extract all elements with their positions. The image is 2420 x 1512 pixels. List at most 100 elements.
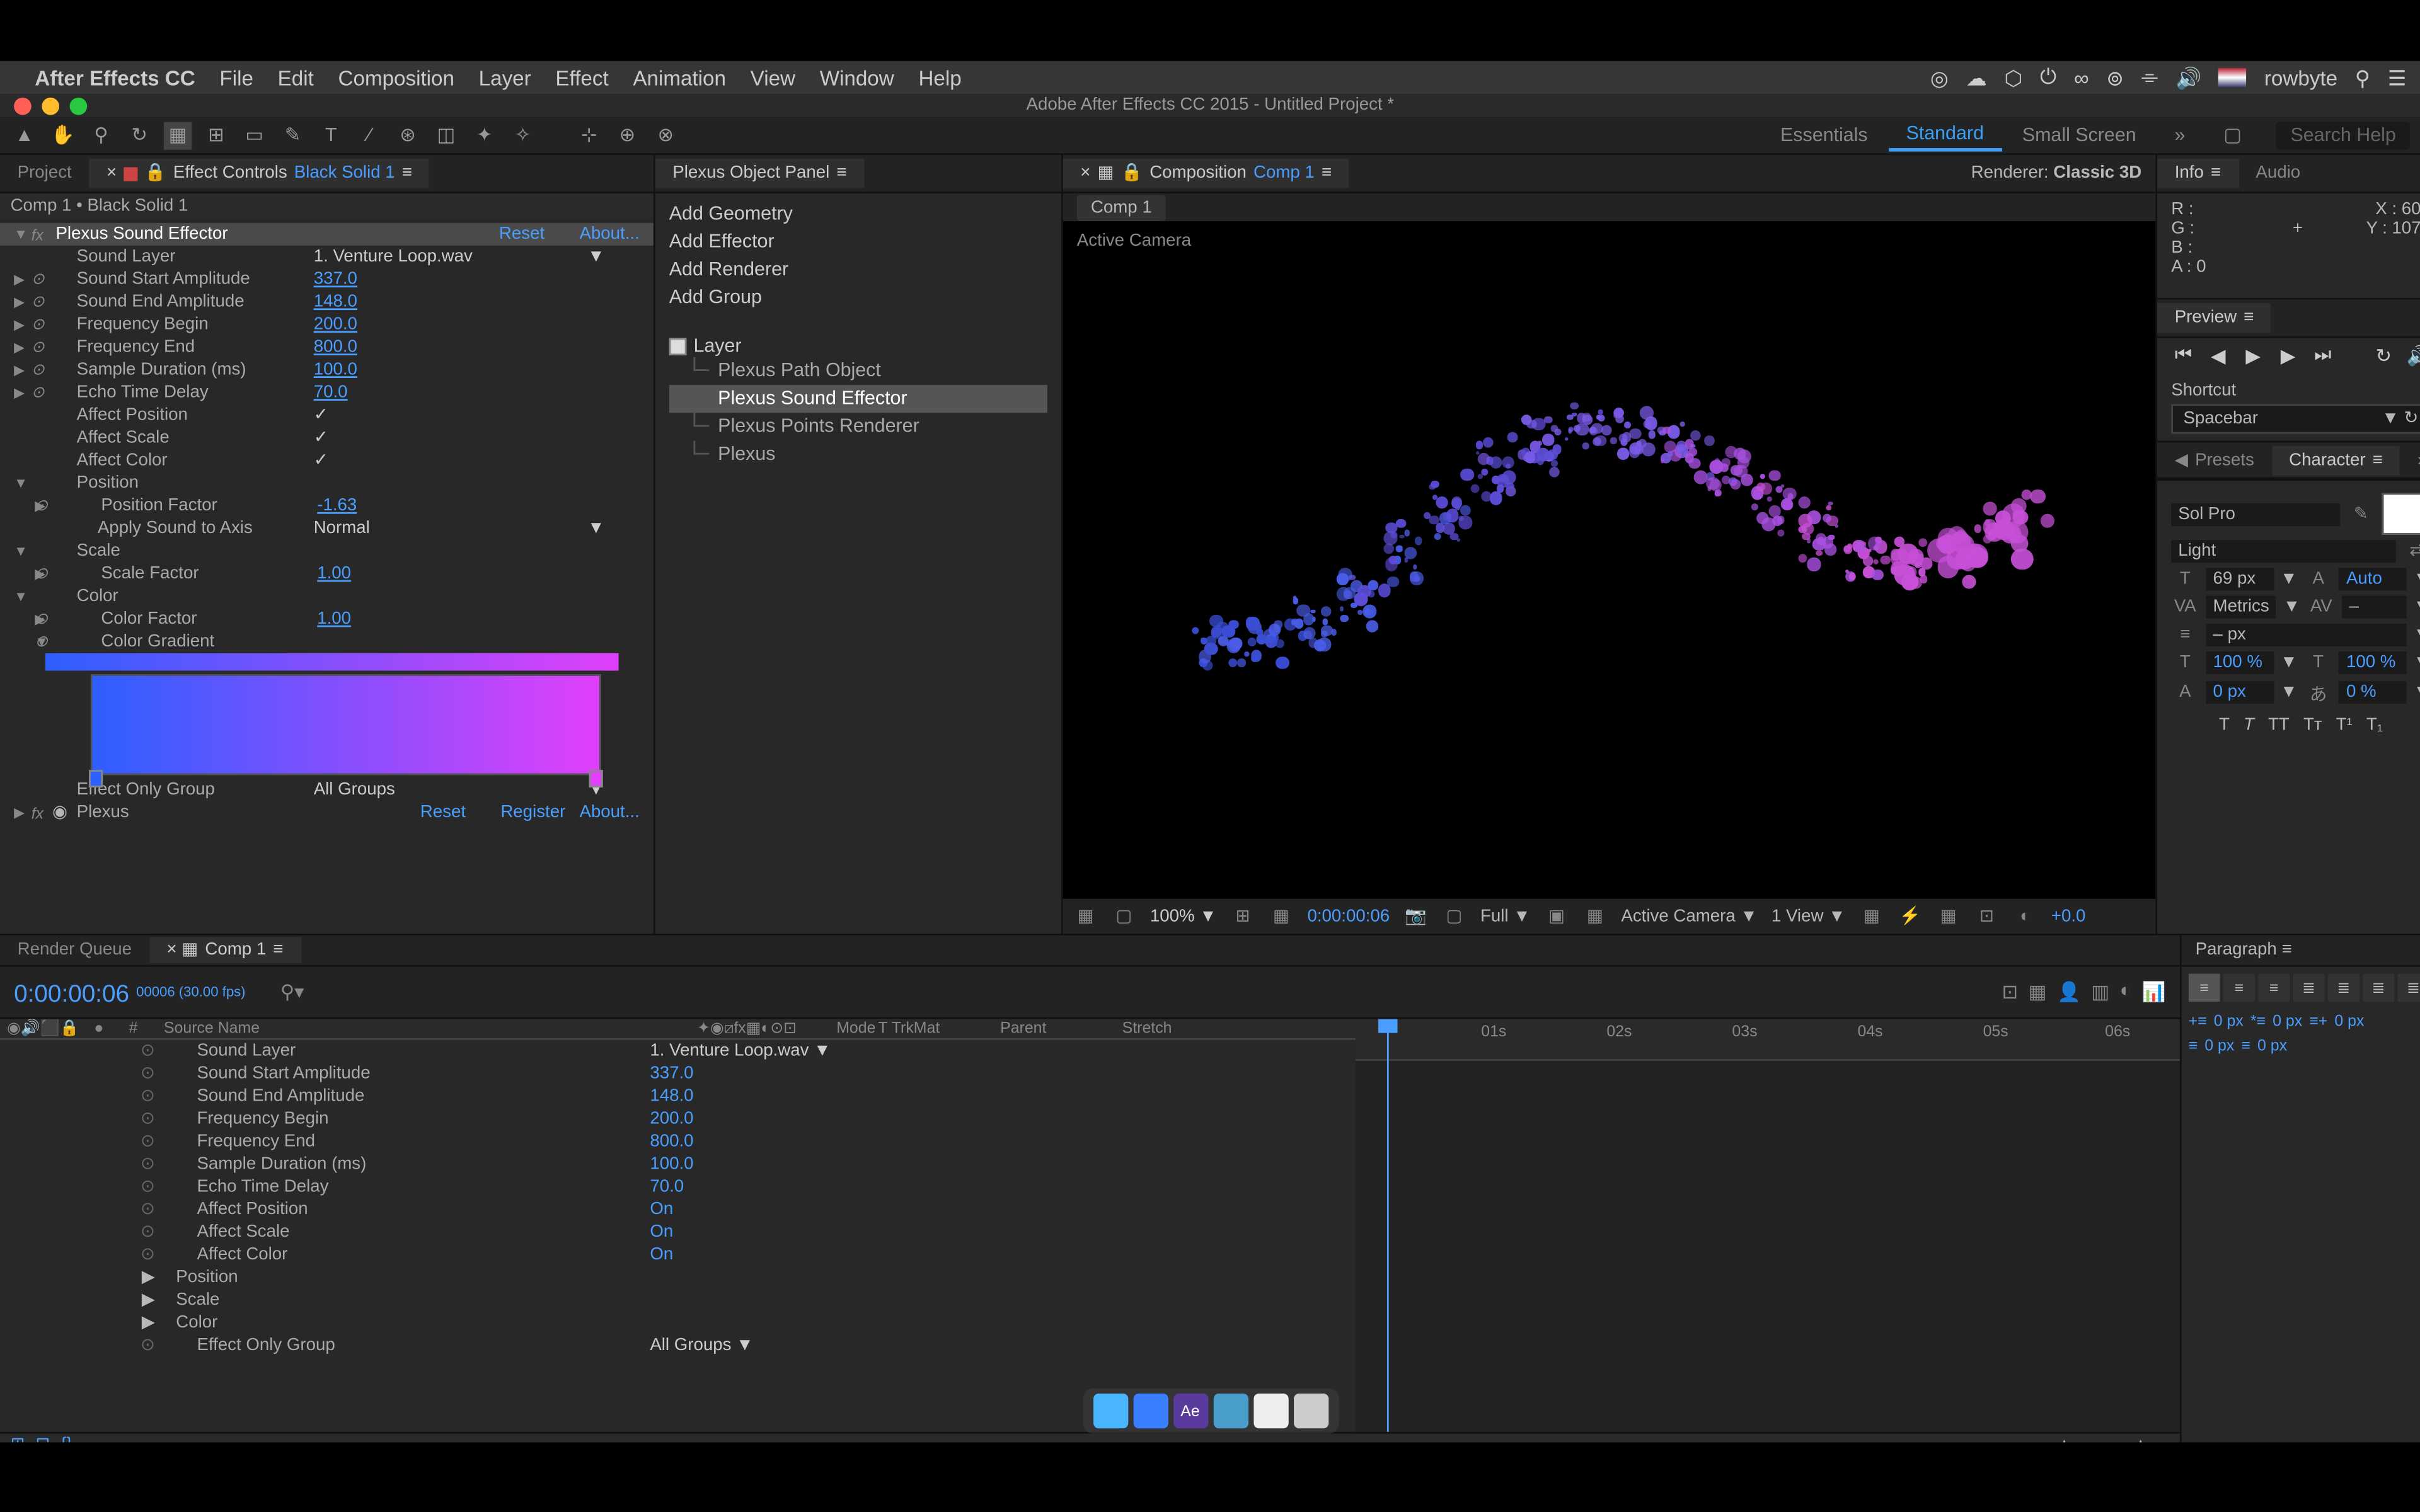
menu-layer[interactable]: Layer <box>479 66 531 90</box>
zoom-dropdown[interactable]: 100% ▼ <box>1150 907 1217 925</box>
finder-icon[interactable] <box>1093 1394 1127 1428</box>
selection-tool-icon[interactable]: ▲ <box>11 121 38 149</box>
menu-composition[interactable]: Composition <box>338 66 454 90</box>
timeline-property-row[interactable]: ⊙Sound Start Amplitude337.0 <box>0 1063 1356 1085</box>
screencast-icon[interactable]: ◎ <box>1930 66 1949 90</box>
timeline-property-row[interactable]: ⊙Echo Time Delay70.0 <box>0 1176 1356 1198</box>
alpha-icon[interactable]: ▦ <box>1073 907 1098 925</box>
fx-about[interactable]: About... <box>579 225 639 244</box>
eyedropper-icon[interactable]: ✎ <box>2347 504 2375 523</box>
plexus-panel-tab[interactable]: Plexus Object Panel ≡ <box>655 159 865 188</box>
disclosure-icon[interactable]: ▼ <box>14 226 32 242</box>
reset-exposure-icon[interactable]: ◐ <box>2013 907 2037 925</box>
subscript-icon[interactable]: T₁ <box>2366 716 2383 735</box>
apply-axis-dropdown[interactable]: Normal▼ <box>314 519 640 538</box>
motion-blur-icon[interactable]: ◐ <box>2120 981 2131 1004</box>
cc-icon[interactable]: ∞ <box>2074 66 2089 90</box>
smallcaps-icon[interactable]: Tᴛ <box>2303 716 2322 735</box>
workspace-overflow-icon[interactable]: » <box>2157 121 2203 149</box>
app-icon[interactable] <box>1213 1394 1247 1428</box>
last-frame-icon[interactable]: ⏭ <box>2310 345 2335 367</box>
timeline-property-row[interactable]: ⊙Sample Duration (ms)100.0 <box>0 1153 1356 1176</box>
justify-right-icon[interactable]: ≣ <box>2363 974 2394 1002</box>
volume-icon[interactable]: 🔊 <box>2175 66 2201 90</box>
next-frame-icon[interactable]: ▶ <box>2276 345 2300 367</box>
add-geometry-button[interactable]: Add Geometry <box>669 200 1047 228</box>
gradient-preview[interactable] <box>45 653 619 671</box>
workspace-essentials[interactable]: Essentials <box>1763 121 1885 149</box>
gradient-stop-right[interactable] <box>589 770 603 788</box>
roi-icon[interactable]: ▣ <box>1545 907 1569 925</box>
local-axis-icon[interactable]: ⊹ <box>575 121 602 149</box>
align-right-icon[interactable]: ≡ <box>2258 974 2290 1002</box>
camera-dropdown[interactable]: Active Camera ▼ <box>1621 907 1757 925</box>
project-tab[interactable]: Project <box>0 159 89 188</box>
timeline-icon[interactable]: ▦ <box>1936 907 1961 925</box>
vscale-input[interactable]: 100 % <box>2206 651 2273 674</box>
panel-menu-icon[interactable]: ≡ <box>836 164 846 183</box>
tree-plexus[interactable]: Plexus <box>669 441 1047 469</box>
power-icon[interactable]: ⏻ <box>2040 64 2056 90</box>
flag-icon[interactable] <box>2219 68 2247 87</box>
loop-icon[interactable]: ↻ <box>2371 345 2396 367</box>
stopwatch-icon[interactable]: ⊙ <box>32 270 52 289</box>
checkbox-icon[interactable]: ✓ <box>314 406 328 425</box>
justify-all-icon[interactable]: ≣ <box>2397 974 2420 1002</box>
pen-tool-icon[interactable]: ✎ <box>279 121 306 149</box>
justify-center-icon[interactable]: ≣ <box>2328 974 2360 1002</box>
menu-help[interactable]: Help <box>918 66 961 90</box>
info-tab[interactable]: Info ≡ <box>2157 159 2238 188</box>
tracking-input[interactable]: – <box>2342 596 2407 619</box>
comp-mini-flowchart-icon[interactable]: ⊡ <box>2002 981 2018 1004</box>
timeline-property-row[interactable]: ⊙Frequency End800.0 <box>0 1130 1356 1153</box>
aftereffects-icon[interactable]: Ae <box>1173 1394 1207 1428</box>
pixel-aspect-icon[interactable]: ▦ <box>1860 907 1884 925</box>
justify-left-icon[interactable]: ≣ <box>2293 974 2325 1002</box>
wifi-icon[interactable]: ⊚ <box>2106 66 2124 90</box>
fx-plexus[interactable]: ▶ fx ◉ Plexus Reset Register About... <box>0 801 654 824</box>
font-family-dropdown[interactable]: Sol Pro <box>2171 503 2340 525</box>
leading-input[interactable]: Auto <box>2339 568 2407 590</box>
timeline-property-row[interactable]: ⊙Sound Layer1. Venture Loop.wav ▼ <box>0 1040 1356 1063</box>
bold-icon[interactable]: T <box>2219 716 2230 735</box>
preview-tab[interactable]: Preview ≡ <box>2157 303 2271 333</box>
menu-window[interactable]: Window <box>820 66 894 90</box>
time-ruler[interactable]: 01s 02s 03s 04s 05s 06s <box>1356 1019 2180 1061</box>
rotate-tool-icon[interactable]: ↻ <box>125 121 153 149</box>
fx-plexus-sound-effector[interactable]: ▼ fx Plexus Sound Effector Reset About..… <box>0 223 654 246</box>
minimize-window-button[interactable] <box>42 96 59 114</box>
render-queue-tab[interactable]: Render Queue <box>0 937 149 963</box>
safari-icon[interactable] <box>1132 1394 1167 1428</box>
grid-icon[interactable]: ▦ <box>1269 907 1294 925</box>
shortcut-dropdown[interactable]: Spacebar▼ ↻ <box>2171 404 2420 433</box>
timeline-property-row[interactable]: ▶Position <box>0 1266 1356 1289</box>
camera-tool-icon[interactable]: ▦ <box>164 121 192 149</box>
frame-blend-icon[interactable]: ▥ <box>2091 981 2109 1004</box>
disclosure-icon[interactable]: ▶ <box>14 272 32 287</box>
layer-tree-root[interactable]: Layer <box>669 336 1047 357</box>
tree-plexus-path[interactable]: Plexus Path Object <box>669 357 1047 385</box>
fx-enable-icon[interactable]: fx <box>32 226 52 243</box>
gradient-stop-left[interactable] <box>89 770 103 788</box>
brush-tool-icon[interactable]: ∕ <box>355 121 383 149</box>
hand-tool-icon[interactable]: ✋ <box>49 121 76 149</box>
mute-icon[interactable]: 🔊 <box>2406 345 2420 367</box>
character-tab[interactable]: Character ≡ <box>2271 445 2400 474</box>
draft-3d-icon[interactable]: ▦ <box>2029 981 2047 1004</box>
menu-file[interactable]: File <box>219 66 253 90</box>
tree-plexus-sound-effector[interactable]: Plexus Sound Effector <box>669 385 1047 413</box>
rect-tool-icon[interactable]: ▭ <box>241 121 268 149</box>
timeline-property-row[interactable]: ⊙Frequency Begin200.0 <box>0 1108 1356 1131</box>
eraser-tool-icon[interactable]: ◫ <box>432 121 460 149</box>
hscale-input[interactable]: 100 % <box>2339 651 2407 674</box>
mode-header[interactable]: Mode <box>749 1019 872 1038</box>
composition-viewport[interactable]: Active Camera <box>1063 221 2156 899</box>
add-renderer-button[interactable]: Add Renderer <box>669 256 1047 284</box>
stroke-swap-icon[interactable]: ⇄ <box>2403 542 2420 561</box>
bluetooth-icon[interactable]: ⌯ <box>2141 64 2158 90</box>
gradient-editor[interactable] <box>91 674 601 775</box>
app-name[interactable]: After Effects CC <box>35 66 195 90</box>
timeline-tracks[interactable]: 01s 02s 03s 04s 05s 06s <box>1356 1019 2180 1432</box>
timeline-search-icon[interactable]: ⚲▾ <box>280 981 304 1004</box>
first-frame-icon[interactable]: ⏮ <box>2171 345 2196 367</box>
